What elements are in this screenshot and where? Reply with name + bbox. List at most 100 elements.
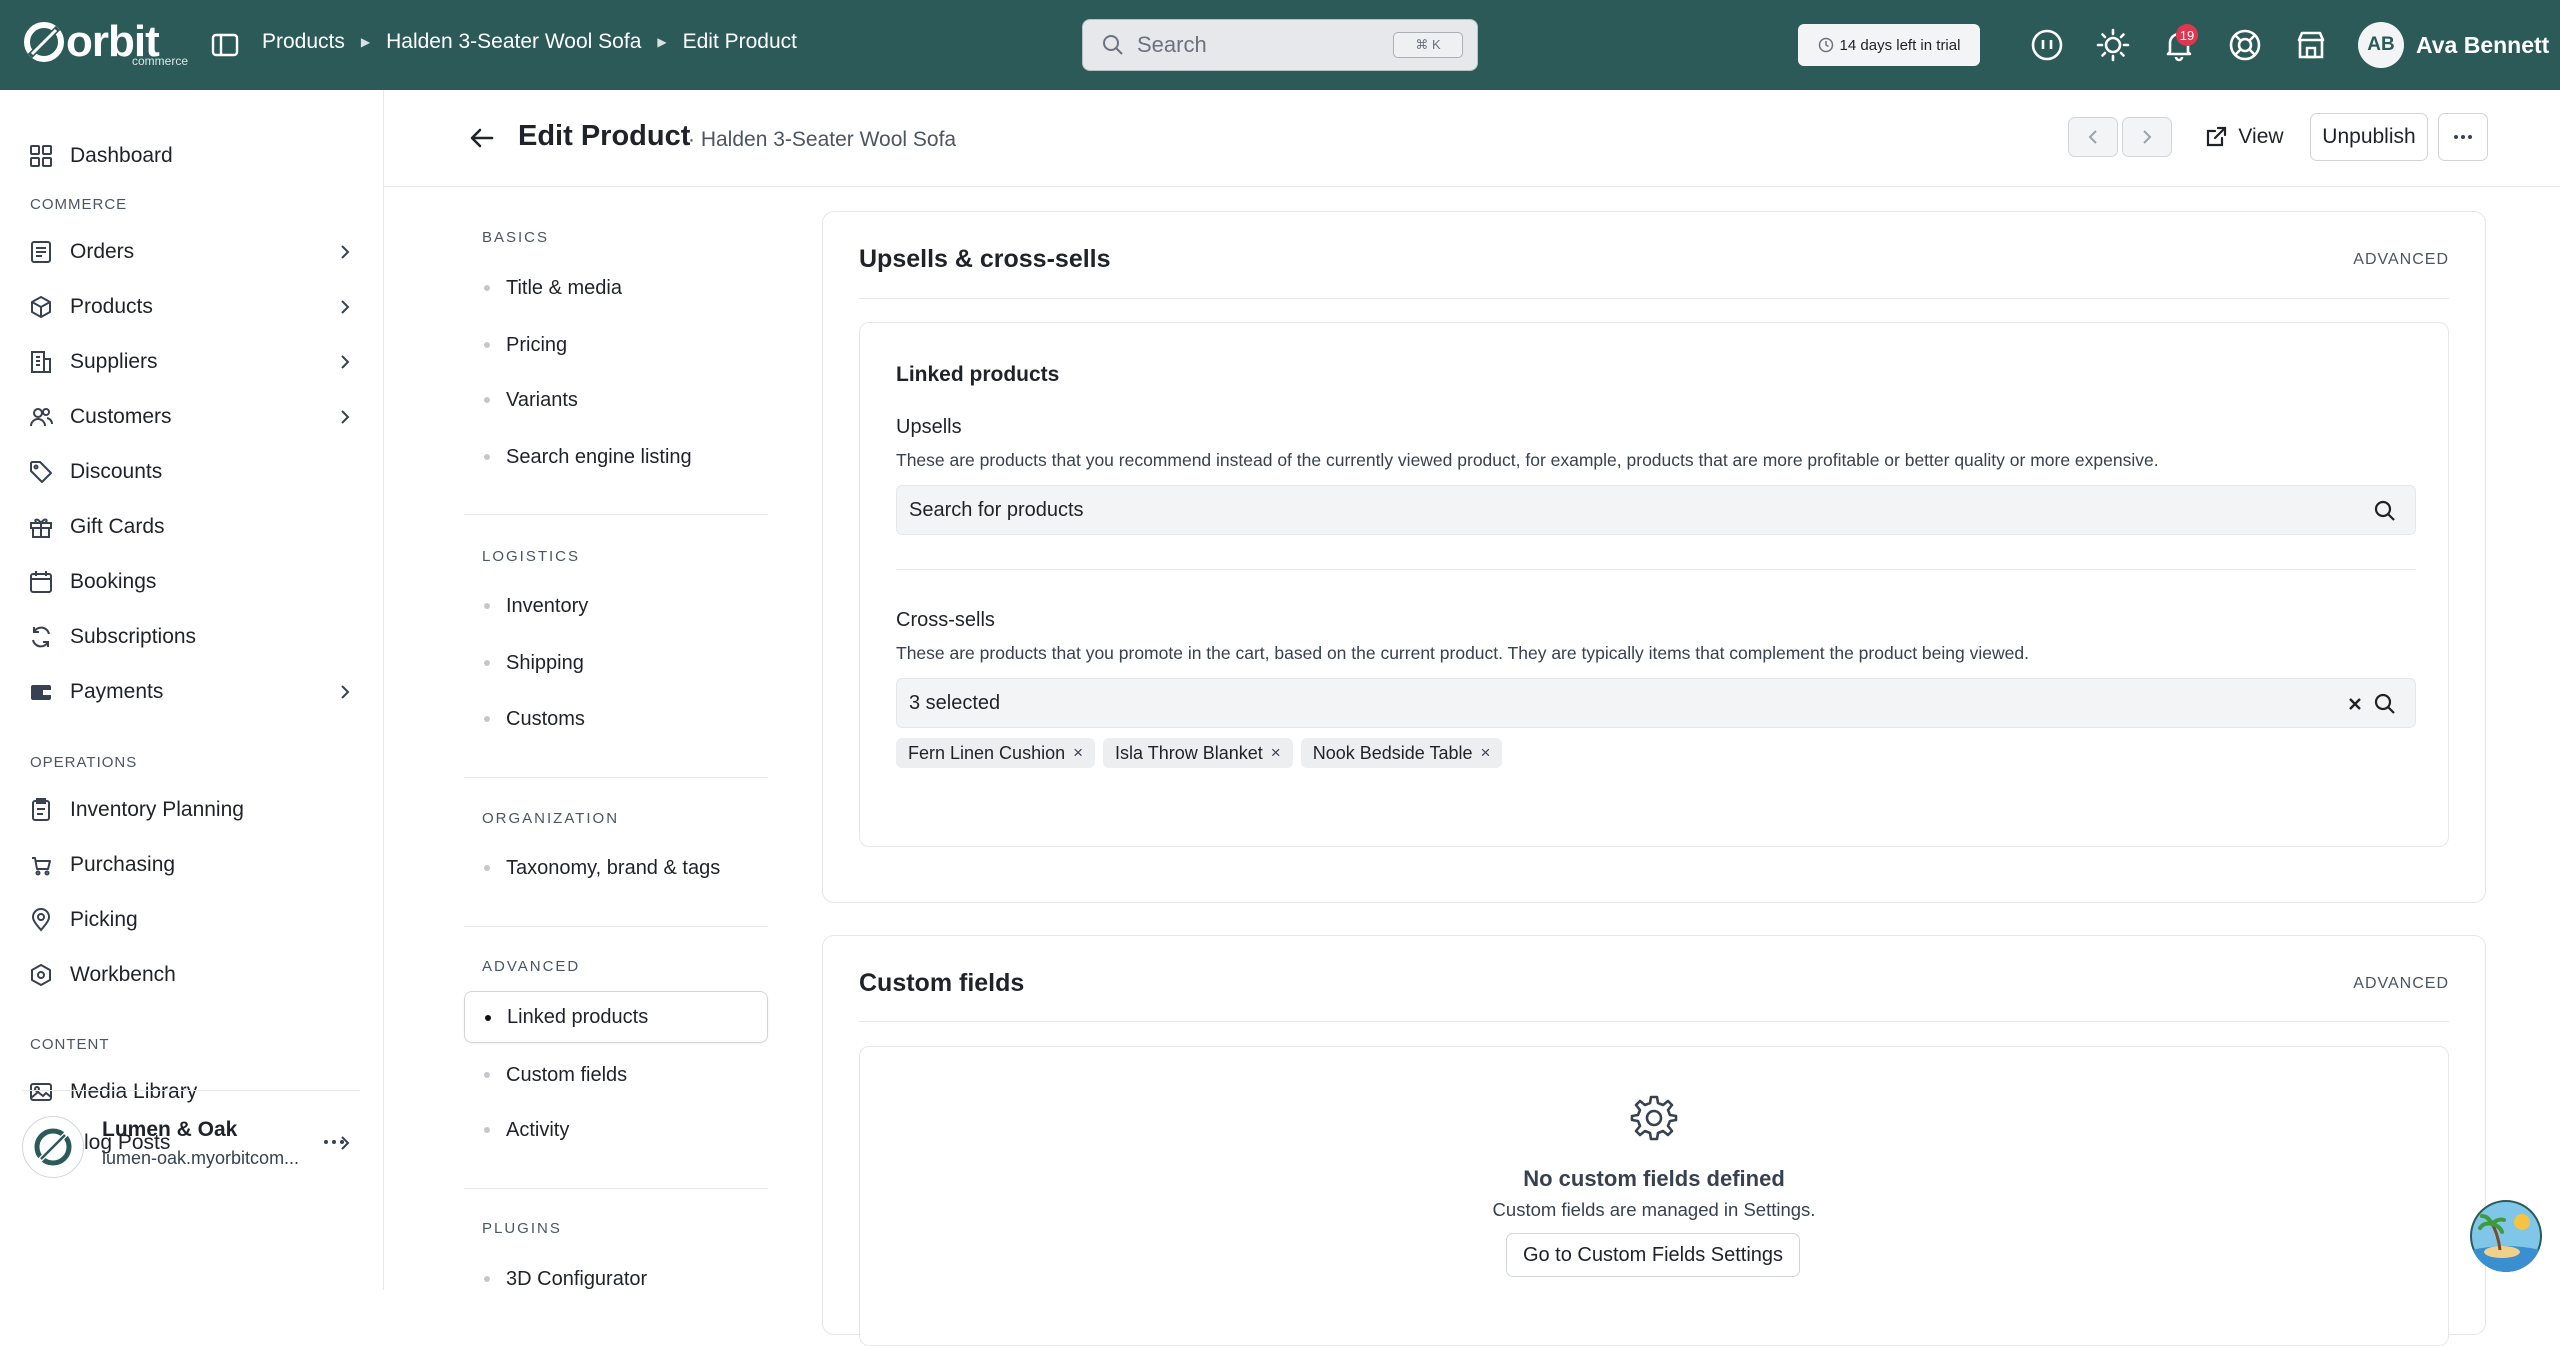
tool-icon — [31, 964, 51, 986]
sidebar-item-picking[interactable]: Picking — [28, 900, 358, 940]
box-icon — [31, 296, 51, 318]
image-icon — [30, 1083, 52, 1101]
sidebar-item-suppliers[interactable]: Suppliers — [28, 342, 358, 382]
remove-chip-icon[interactable]: × — [1073, 743, 1083, 763]
clock-icon — [1818, 37, 1833, 53]
global-search[interactable]: Search ⌘ K — [1082, 19, 1478, 71]
breadcrumb-current: Edit Product — [682, 30, 798, 53]
sidebar-item-payments[interactable]: Payments — [28, 672, 358, 712]
chip-label: Fern Linen Cushion — [908, 742, 1066, 763]
store-more-button[interactable] — [322, 1130, 346, 1154]
ai-assistant-button[interactable] — [2028, 26, 2066, 64]
sidebar-item-label: Picking — [70, 908, 138, 931]
remove-chip-icon[interactable]: × — [1271, 743, 1281, 763]
sidebar-item-label: Customers — [70, 405, 172, 428]
panel-divider — [896, 569, 2416, 570]
sidebar-item-subscriptions[interactable]: Subscriptions — [28, 617, 358, 657]
custom-fields-settings-button[interactable]: Go to Custom Fields Settings — [1506, 1233, 1800, 1277]
user-name[interactable]: Ava Bennett — [2416, 32, 2549, 59]
trial-badge[interactable]: 14 days left in trial — [1798, 24, 1980, 66]
search-shortcut: ⌘ K — [1393, 32, 1463, 58]
upsells-search-input[interactable]: Search for products — [896, 485, 2416, 535]
building-icon — [31, 351, 51, 373]
section-nav-plugins: PLUGINS — [482, 1220, 562, 1237]
remove-chip-icon[interactable]: × — [1481, 743, 1491, 763]
store-name[interactable]: Lumen & Oak — [102, 1118, 237, 1142]
section-nav-custom-fields[interactable]: Custom fields — [464, 1049, 768, 1101]
view-button[interactable]: View — [2198, 114, 2290, 160]
advanced-tag: ADVANCED — [2353, 251, 2449, 268]
chip-fern-linen-cushion: Fern Linen Cushion × — [896, 738, 1096, 768]
sidebar-item-gift-cards[interactable]: Gift Cards — [28, 507, 358, 547]
next-product-button[interactable] — [2122, 117, 2172, 157]
sidebar-item-discounts[interactable]: Discounts — [28, 452, 358, 492]
chevron-right-icon: ▶ — [657, 35, 667, 49]
sidebar-toggle-icon — [211, 33, 239, 57]
sidebar-item-label: Discounts — [70, 460, 163, 483]
section-nav-seo[interactable]: Search engine listing — [464, 431, 768, 483]
calendar-icon — [30, 571, 52, 593]
section-nav-taxonomy[interactable]: Taxonomy, brand & tags — [464, 842, 768, 894]
section-nav-title-media[interactable]: Title & media — [464, 262, 768, 314]
notification-count-badge: 19 — [2176, 24, 2198, 46]
clear-icon[interactable] — [2347, 696, 2363, 712]
crosssells-help: These are products that you promote in t… — [896, 643, 2029, 663]
section-nav-pricing[interactable]: Pricing — [464, 319, 768, 371]
chip-isla-throw-blanket: Isla Throw Blanket × — [1103, 738, 1293, 768]
top-bar: orbit commerce Products ▶ Halden 3-Seate… — [0, 0, 2560, 90]
section-nav-shipping[interactable]: Shipping — [464, 637, 768, 689]
sidebar-toggle-button[interactable] — [210, 30, 240, 60]
sidebar-item-dashboard[interactable]: Dashboard — [28, 136, 358, 176]
user-avatar[interactable]: AB — [2358, 22, 2404, 68]
breadcrumb-products[interactable]: Products — [262, 30, 345, 54]
section-nav-linked-products[interactable]: Linked products — [464, 991, 768, 1043]
storefront-button[interactable] — [2292, 26, 2330, 64]
section-nav-3d-configurator[interactable]: 3D Configurator — [464, 1253, 768, 1305]
sidebar-item-bookings[interactable]: Bookings — [28, 562, 358, 602]
store-logo-icon — [34, 1128, 72, 1166]
sidebar-item-purchasing[interactable]: Purchasing — [28, 845, 358, 885]
more-actions-button[interactable] — [2438, 113, 2488, 161]
logo[interactable]: orbit commerce — [22, 20, 188, 68]
chevron-left-icon — [2088, 130, 2097, 144]
wallet-icon — [31, 685, 51, 700]
section-nav-customs[interactable]: Customs — [464, 693, 768, 745]
upsells-placeholder: Search for products — [909, 498, 1084, 521]
unpublish-button[interactable]: Unpublish — [2310, 113, 2428, 161]
chevron-right-icon — [341, 300, 350, 314]
section-nav-variants[interactable]: Variants — [464, 374, 768, 426]
store-logo[interactable] — [22, 1116, 84, 1178]
sidebar-item-media-library[interactable]: Media Library — [28, 1072, 358, 1112]
lifebuoy-icon — [2229, 29, 2261, 61]
sidebar-item-workbench[interactable]: Workbench — [28, 955, 358, 995]
chevron-right-icon — [341, 355, 350, 369]
page-subtitle: · Halden 3-Seater Wool Sofa — [688, 128, 957, 151]
trial-text: 14 days left in trial — [1839, 36, 1961, 54]
custom-fields-card: Custom fields ADVANCED No custom fields … — [822, 935, 2486, 1346]
section-nav-basics: BASICS — [482, 229, 550, 246]
island-avatar-icon — [2472, 1202, 2540, 1272]
sidebar-item-orders[interactable]: Orders — [28, 232, 358, 272]
custom-fields-card-title: Custom fields — [859, 969, 1025, 997]
theme-toggle-button[interactable] — [2094, 26, 2132, 64]
breadcrumb: Products ▶ Halden 3-Seater Wool Sofa ▶ E… — [262, 30, 797, 54]
sidebar-divider — [22, 1090, 360, 1091]
previous-product-button[interactable] — [2068, 117, 2118, 157]
back-button[interactable] — [468, 124, 496, 152]
help-center-button[interactable] — [2226, 26, 2264, 64]
breadcrumb-product[interactable]: Halden 3-Seater Wool Sofa — [386, 30, 641, 54]
sidebar-item-customers[interactable]: Customers — [28, 397, 358, 437]
clipboard-icon — [32, 798, 50, 821]
section-nav-inventory[interactable]: Inventory — [464, 580, 768, 632]
sidebar-item-products[interactable]: Products — [28, 287, 358, 327]
card-divider — [859, 298, 2449, 299]
gift-icon — [30, 518, 52, 538]
selected-chips: Fern Linen Cushion × Isla Throw Blanket … — [896, 738, 1503, 768]
cart-icon — [32, 857, 51, 876]
section-divider — [464, 926, 768, 927]
chat-assistant-button[interactable] — [2470, 1200, 2542, 1272]
section-nav-activity[interactable]: Activity — [464, 1104, 768, 1156]
crosssells-select[interactable]: 3 selected — [896, 678, 2416, 728]
sidebar-item-inventory-planning[interactable]: Inventory Planning — [28, 790, 358, 830]
chevron-right-icon — [341, 245, 350, 259]
